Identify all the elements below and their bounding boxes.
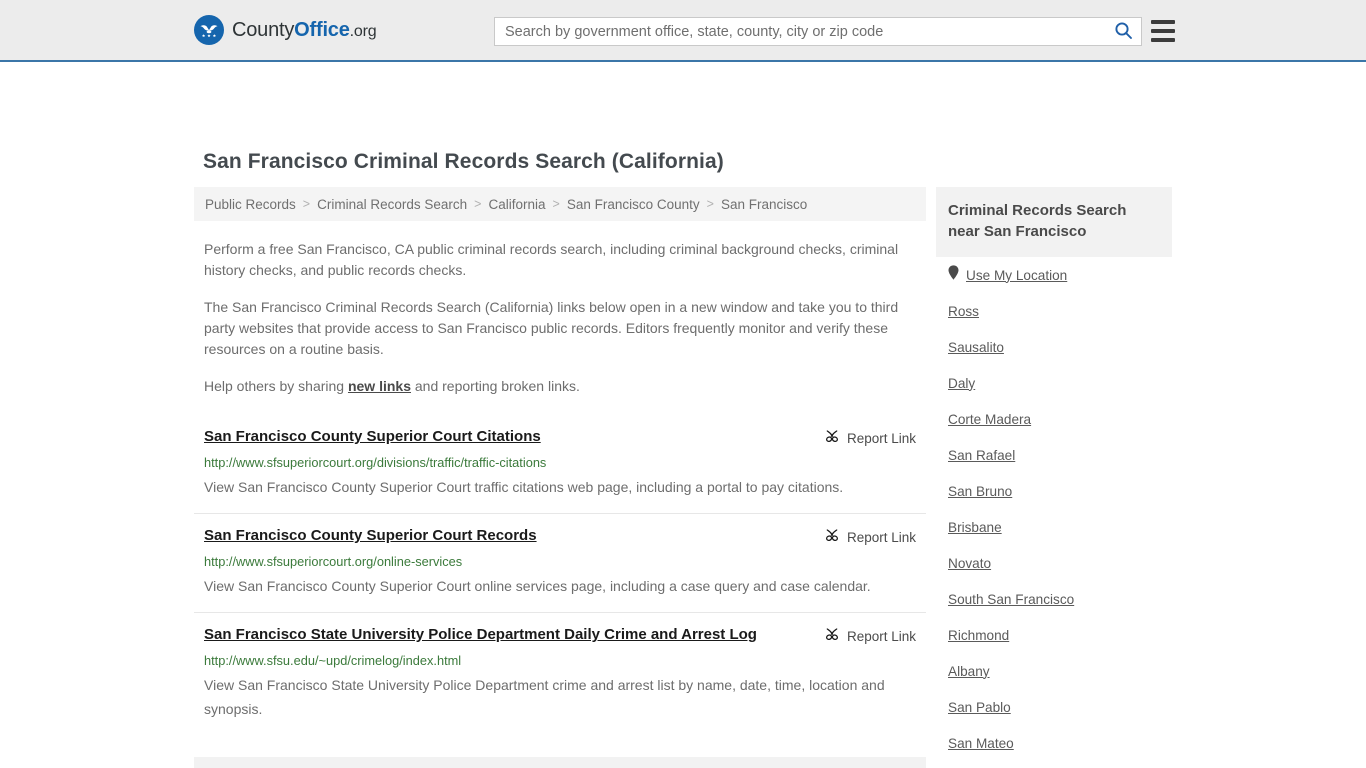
hamburger-menu-button[interactable] [1151, 20, 1175, 42]
result-description: View San Francisco County Superior Court… [204, 479, 844, 495]
report-link-button[interactable]: Report Link [824, 427, 916, 449]
result-description: View San Francisco County Superior Court… [204, 578, 871, 594]
sidebar-item-label[interactable]: Richmond [948, 628, 1009, 643]
result-header: San Francisco County Superior Court Cita… [204, 427, 916, 449]
result-url: http://www.sfsuperiorcourt.org/online-se… [204, 554, 463, 569]
find-records-section: Find San Francisco Criminal Records San … [194, 757, 926, 768]
hamburger-menu-icon [1151, 20, 1175, 24]
result-header: San Francisco County Superior Court Reco… [204, 526, 916, 548]
sidebar-nearby-list: Use My Location Ross Sausalito Daly Cort… [936, 257, 1172, 768]
page-title: San Francisco Criminal Records Search (C… [203, 150, 724, 173]
breadcrumb-separator-icon: > [302, 197, 311, 211]
result-title-link[interactable]: San Francisco County Superior Court Reco… [204, 526, 537, 546]
search-button[interactable] [1105, 18, 1141, 45]
sidebar-item-label[interactable]: San Bruno [948, 484, 1012, 499]
sidebar-item-san-mateo[interactable]: San Mateo [948, 725, 1160, 761]
breadcrumb-item-california[interactable]: California [488, 197, 545, 212]
new-links-link[interactable]: new links [348, 378, 411, 394]
result-item: San Francisco State University Police De… [194, 612, 926, 735]
broken-link-icon [824, 626, 840, 647]
search-icon [1114, 21, 1133, 43]
sidebar: Criminal Records Search near San Francis… [936, 187, 1172, 768]
find-records-heading: Find San Francisco Criminal Records [194, 757, 926, 768]
result-header: San Francisco State University Police De… [204, 625, 916, 647]
sidebar-item-label[interactable]: San Rafael [948, 448, 1015, 463]
logo-word-office: Office [294, 18, 350, 41]
results-list: San Francisco County Superior Court Cita… [194, 417, 926, 735]
site-header: CountyOffice.org [0, 0, 1366, 62]
page-body: San Francisco Criminal Records Search (C… [0, 62, 1366, 768]
sidebar-item-daly[interactable]: Daly [948, 365, 1160, 401]
search-bar [494, 17, 1142, 46]
breadcrumb-separator-icon: > [552, 197, 560, 211]
hamburger-menu-icon [1151, 29, 1175, 33]
sidebar-item-richmond[interactable]: Richmond [948, 617, 1160, 653]
sidebar-item-label[interactable]: San Pablo [948, 700, 1011, 715]
sidebar-item-label[interactable]: South San Francisco [948, 592, 1074, 607]
logo-word-org: .org [349, 22, 377, 40]
breadcrumb-item-public-records[interactable]: Public Records [205, 197, 296, 212]
breadcrumb-item-san-francisco-county[interactable]: San Francisco County [567, 197, 700, 212]
sidebar-item-san-pablo[interactable]: San Pablo [948, 689, 1160, 725]
sidebar-item-label[interactable]: Novato [948, 556, 991, 571]
sidebar-item-use-my-location[interactable]: Use My Location [948, 257, 1160, 293]
logo-word-county: County [232, 18, 295, 41]
hamburger-menu-icon [1151, 38, 1175, 42]
sidebar-item-san-rafael[interactable]: San Rafael [948, 437, 1160, 473]
breadcrumb-item-criminal-records-search[interactable]: Criminal Records Search [317, 197, 467, 212]
sidebar-item-south-san-francisco[interactable]: South San Francisco [948, 581, 1160, 617]
site-logo[interactable]: CountyOffice.org [194, 15, 377, 45]
sidebar-item-label[interactable]: Albany [948, 664, 990, 679]
report-link-button[interactable]: Report Link [824, 526, 916, 548]
sidebar-item-label[interactable]: San Mateo [948, 736, 1014, 751]
eagle-shield-icon [194, 15, 224, 45]
broken-link-icon [824, 428, 840, 449]
intro-p3-after: and reporting broken links. [411, 378, 580, 394]
map-pin-icon [948, 265, 959, 285]
sidebar-item-corte-madera[interactable]: Corte Madera [948, 401, 1160, 437]
sidebar-item-san-bruno[interactable]: San Bruno [948, 473, 1160, 509]
breadcrumb-separator-icon: > [706, 197, 714, 211]
intro-p3-before: Help others by sharing [204, 378, 348, 394]
report-link-label: Report Link [846, 629, 916, 644]
report-link-label: Report Link [846, 530, 916, 545]
result-item: San Francisco County Superior Court Reco… [194, 513, 926, 612]
sidebar-item-berkeley[interactable]: Berkeley [948, 761, 1160, 768]
sidebar-item-brisbane[interactable]: Brisbane [948, 509, 1160, 545]
sidebar-item-novato[interactable]: Novato [948, 545, 1160, 581]
main-content: Public Records > Criminal Records Search… [194, 187, 926, 768]
search-input[interactable] [495, 18, 1105, 45]
sidebar-item-albany[interactable]: Albany [948, 653, 1160, 689]
intro-text: Perform a free San Francisco, CA public … [194, 239, 926, 397]
sidebar-item-sausalito[interactable]: Sausalito [948, 329, 1160, 365]
report-link-label: Report Link [846, 431, 916, 446]
intro-paragraph-2: The San Francisco Criminal Records Searc… [204, 299, 899, 357]
result-url: http://www.sfsuperiorcourt.org/divisions… [204, 455, 547, 470]
report-link-button[interactable]: Report Link [824, 625, 916, 647]
breadcrumb-separator-icon: > [474, 197, 482, 211]
result-title-link[interactable]: San Francisco County Superior Court Cita… [204, 427, 541, 447]
sidebar-item-label[interactable]: Ross [948, 304, 979, 319]
result-url: http://www.sfsu.edu/~upd/crimelog/index.… [204, 653, 462, 668]
intro-paragraph-3: Help others by sharing new links and rep… [204, 376, 916, 397]
sidebar-item-ross[interactable]: Ross [948, 293, 1160, 329]
result-item: San Francisco County Superior Court Cita… [194, 417, 926, 513]
sidebar-item-label[interactable]: Daly [948, 376, 975, 391]
sidebar-item-label[interactable]: Sausalito [948, 340, 1004, 355]
sidebar-heading: Criminal Records Search near San Francis… [936, 187, 1172, 257]
breadcrumb: Public Records > Criminal Records Search… [194, 187, 926, 221]
result-description: View San Francisco State University Poli… [204, 677, 885, 717]
result-title-link[interactable]: San Francisco State University Police De… [204, 625, 757, 645]
site-logo-text: CountyOffice.org [232, 18, 377, 42]
sidebar-item-label[interactable]: Brisbane [948, 520, 1002, 535]
sidebar-item-label[interactable]: Use My Location [966, 268, 1067, 283]
intro-paragraph-1: Perform a free San Francisco, CA public … [204, 241, 899, 278]
sidebar-item-label[interactable]: Corte Madera [948, 412, 1031, 427]
breadcrumb-item-san-francisco[interactable]: San Francisco [721, 197, 807, 212]
broken-link-icon [824, 527, 840, 548]
